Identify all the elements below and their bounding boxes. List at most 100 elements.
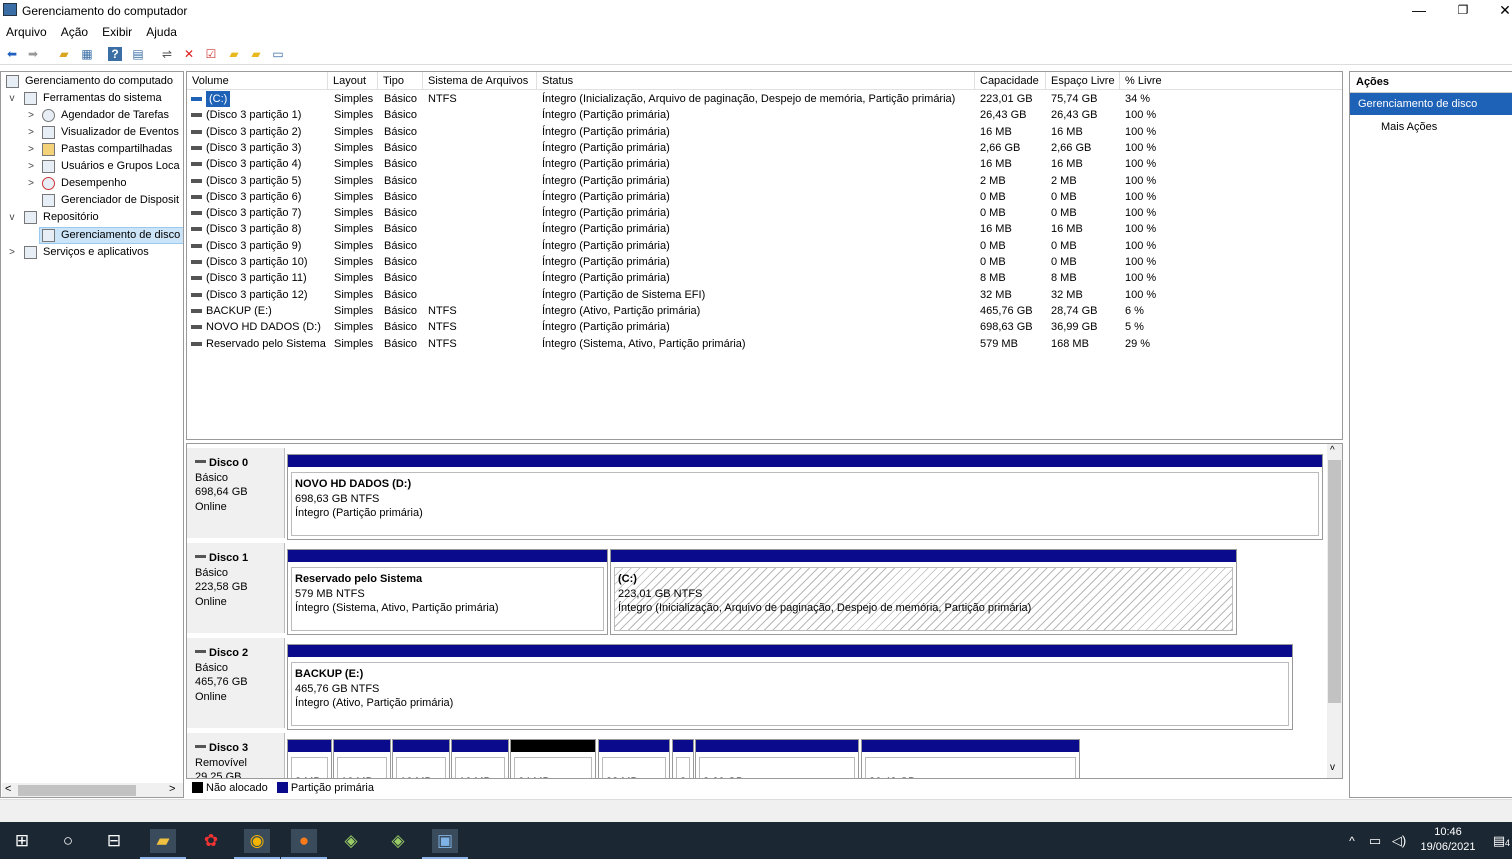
volume-row[interactable]: (Disco 3 partição 10) Simples Básico Íntegr… [187, 254, 1342, 270]
col-free-space[interactable]: Espaço Livre [1046, 72, 1120, 90]
chevron-right-icon[interactable]: > [25, 107, 37, 124]
disk-info[interactable]: Disco 2 Básico 465,76 GB Online [187, 638, 285, 728]
volume-row[interactable]: (Disco 3 partição 3) Simples Básico Íntegro… [187, 140, 1342, 156]
partition-block[interactable]: 16 MB [392, 739, 450, 778]
volume-row[interactable]: (C:) Simples Básico NTFS Íntegro (Inicializa… [187, 91, 1342, 107]
delete-icon[interactable]: ✕ [182, 47, 196, 61]
back-arrow-icon[interactable]: ⬅ [5, 47, 19, 61]
volume-row[interactable]: (Disco 3 partição 9) Simples Básico Íntegro… [187, 238, 1342, 254]
scroll-right-icon[interactable]: > [169, 783, 175, 795]
scroll-up-icon[interactable]: ^ [1330, 445, 1335, 456]
tree-item-disk-management[interactable]: Gerenciamento de disco [39, 227, 183, 244]
volume-row[interactable]: (Disco 3 partição 2) Simples Básico Íntegro… [187, 124, 1342, 140]
notification-icon[interactable]: ▤ 4 [1488, 829, 1510, 853]
partition-block[interactable]: 32 MB [598, 739, 670, 778]
partition-block[interactable]: NOVO HD DADOS (D:) 698,63 GB NTFS Íntegro … [287, 454, 1323, 540]
col-file-system[interactable]: Sistema de Arquivos [423, 72, 537, 90]
volume-row[interactable]: (Disco 3 partição 4) Simples Básico Íntegro… [187, 156, 1342, 172]
disk-info[interactable]: Disco 0 Básico 698,64 GB Online [187, 448, 285, 538]
minimize-button[interactable]: — [1396, 0, 1442, 22]
chevron-right-icon[interactable]: > [25, 124, 37, 141]
menu-ajuda[interactable]: Ajuda [140, 22, 182, 39]
volume-row[interactable]: (Disco 3 partição 12) Simples Básico Íntegr… [187, 287, 1342, 303]
partition-block[interactable]: 64 MB [510, 739, 596, 778]
partition-block[interactable]: 16 MB [333, 739, 391, 778]
chevron-down-icon[interactable]: v [6, 209, 18, 226]
graphical-view-scrollbar[interactable]: ^ v [1327, 444, 1342, 778]
menu-arquivo[interactable]: Arquivo [0, 22, 52, 39]
volume-icon[interactable]: ◁) [1390, 829, 1408, 853]
forward-arrow-icon[interactable]: ➡ [26, 47, 40, 61]
check-icon[interactable]: ☑ [204, 47, 218, 61]
menu-exibir[interactable]: Exibir [96, 22, 137, 39]
partition-block[interactable]: 2 [672, 739, 694, 778]
partition-block[interactable]: 16 MB [451, 739, 509, 778]
volume-row[interactable]: (Disco 3 partição 5) Simples Básico Íntegro… [187, 173, 1342, 189]
connect-icon[interactable]: ⇌ [160, 47, 174, 61]
menu-acao[interactable]: Ação [55, 22, 93, 39]
search-folder-icon[interactable]: ▰ [249, 47, 263, 61]
scroll-thumb[interactable] [18, 785, 136, 796]
disk-info[interactable]: Disco 3 Removível 29,25 GB [187, 733, 285, 778]
volume-cell-s: Íntegro (Partição primária) [542, 272, 670, 285]
scroll-thumb[interactable] [1328, 460, 1341, 703]
volume-row[interactable]: (Disco 3 partição 7) Simples Básico Íntegro… [187, 205, 1342, 221]
task-view-icon[interactable]: ⊟ [101, 829, 127, 853]
network-icon[interactable]: ▭ [1366, 829, 1384, 853]
chrome-icon[interactable]: ◉ [234, 829, 280, 859]
partition-block[interactable]: Reservado pelo Sistema 579 MB NTFS Íntegro… [287, 549, 608, 635]
chevron-down-icon[interactable]: v [6, 90, 18, 107]
show-hide-tree-icon[interactable]: ▦ [80, 47, 94, 61]
windows-start-icon[interactable]: ⊞ [9, 829, 35, 853]
partition-block[interactable]: (C:) 223,01 GB NTFS Íntegro (Inicialização… [610, 549, 1237, 635]
close-button[interactable]: ✕ [1482, 0, 1512, 22]
col-capacity[interactable]: Capacidade [975, 72, 1046, 90]
chevron-right-icon[interactable]: > [6, 244, 18, 261]
volume-row[interactable]: (Disco 3 partição 11) Simples Básico Íntegr… [187, 270, 1342, 286]
action-disk-management[interactable]: Gerenciamento de disco [1350, 93, 1512, 115]
volume-cell-v: (Disco 3 partição 2) [206, 125, 302, 138]
volume-row[interactable]: BACKUP (E:) Simples Básico NTFS Íntegro (Ati… [187, 303, 1342, 319]
firefox-icon[interactable]: ● [281, 829, 327, 859]
chevron-right-icon[interactable]: > [25, 158, 37, 175]
chevron-right-icon[interactable]: > [25, 141, 37, 158]
file-explorer-icon[interactable]: ▰ [140, 829, 186, 859]
col-tipo[interactable]: Tipo [378, 72, 423, 90]
volume-cell-p: 100 % [1125, 125, 1157, 138]
scroll-left-icon[interactable]: < [5, 783, 11, 795]
partition-block[interactable]: 26,43 GB [861, 739, 1080, 778]
volume-row[interactable]: (Disco 3 partição 8) Simples Básico Íntegro… [187, 221, 1342, 237]
chevron-up-icon[interactable]: ^ [1344, 829, 1360, 853]
col-volume[interactable]: Volume [187, 72, 328, 90]
partition-block[interactable]: 2,66 GB [695, 739, 859, 778]
volume-cell-p: 100 % [1125, 141, 1157, 154]
tree-horizontal-scrollbar[interactable]: < > [2, 783, 183, 797]
maximize-button[interactable]: ❐ [1440, 0, 1486, 22]
computer-management-taskbar-icon[interactable]: ▣ [422, 829, 468, 859]
scroll-down-icon[interactable]: v [1330, 762, 1335, 773]
app-icon[interactable]: ✿ [198, 829, 224, 853]
folder-icon[interactable]: ▰ [227, 47, 241, 61]
clock[interactable]: 10:46 19/06/2021 [1412, 825, 1484, 855]
help-icon[interactable]: ? [108, 47, 122, 61]
volume-cell-f: 16 MB [1051, 125, 1083, 138]
window-icon[interactable]: ▭ [271, 47, 285, 61]
action-more-actions[interactable]: Mais Ações [1350, 115, 1512, 139]
performance-icon [42, 177, 55, 190]
search-icon[interactable]: ○ [55, 829, 81, 853]
col-percent-free[interactable]: % Livre [1120, 72, 1342, 90]
disk-info[interactable]: Disco 1 Básico 223,58 GB Online [187, 543, 285, 633]
volume-row[interactable]: NOVO HD DADOS (D:) Simples Básico NTFS Ínteg… [187, 319, 1342, 335]
partition-block[interactable]: BACKUP (E:) 465,76 GB NTFS Íntegro (Ativo,… [287, 644, 1293, 730]
up-folder-icon[interactable]: ▰ [57, 47, 71, 61]
col-status[interactable]: Status [537, 72, 975, 90]
network-app-icon[interactable]: ◈ [338, 829, 364, 853]
volume-row[interactable]: (Disco 3 partição 1) Simples Básico Íntegro… [187, 107, 1342, 123]
col-layout[interactable]: Layout [328, 72, 378, 90]
volume-row[interactable]: Reservado pelo Sistema Simples Básico NTFS Í… [187, 336, 1342, 352]
properties-icon[interactable]: ▤ [131, 47, 145, 61]
network-app-2-icon[interactable]: ◈ [385, 829, 411, 853]
chevron-right-icon[interactable]: > [25, 175, 37, 192]
partition-block[interactable]: 8 MB [287, 739, 332, 778]
volume-row[interactable]: (Disco 3 partição 6) Simples Básico Íntegro… [187, 189, 1342, 205]
